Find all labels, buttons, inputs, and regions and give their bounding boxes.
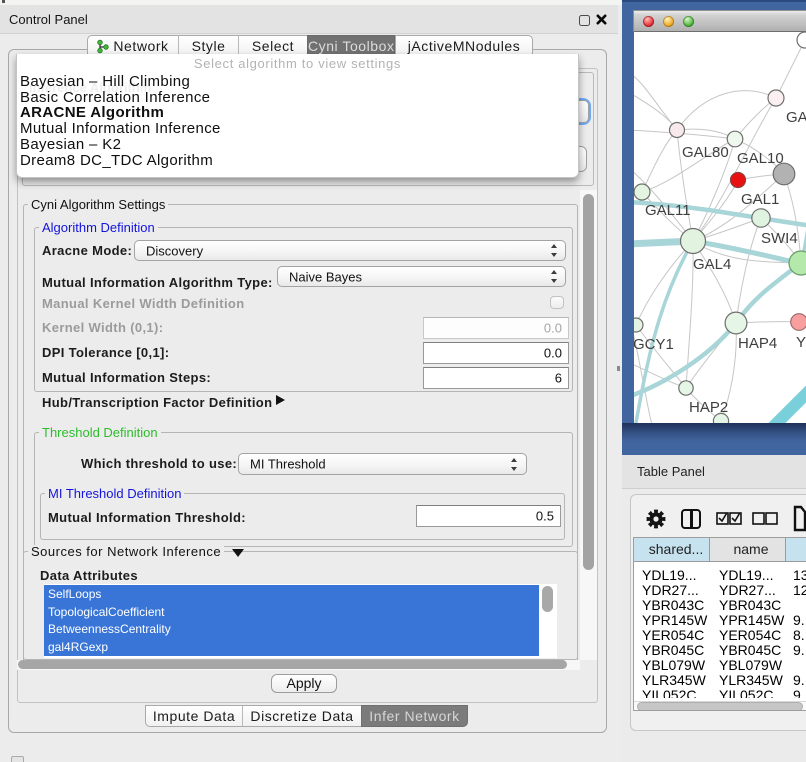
svg-text:GAL11: GAL11 <box>645 202 691 219</box>
svg-text:HAP4: HAP4 <box>738 335 777 352</box>
svg-text:GAL1: GAL1 <box>741 191 779 208</box>
svg-text:SWI4: SWI4 <box>761 230 798 247</box>
svg-text:HAP2: HAP2 <box>689 399 728 416</box>
svg-text:GAL7: GAL7 <box>786 109 806 126</box>
svg-text:GAL4: GAL4 <box>693 256 731 273</box>
svg-text:YJ: YJ <box>796 334 806 351</box>
svg-text:GCY1: GCY1 <box>634 336 674 353</box>
svg-text:GAL10: GAL10 <box>737 150 784 167</box>
svg-text:GAL80: GAL80 <box>682 144 729 161</box>
